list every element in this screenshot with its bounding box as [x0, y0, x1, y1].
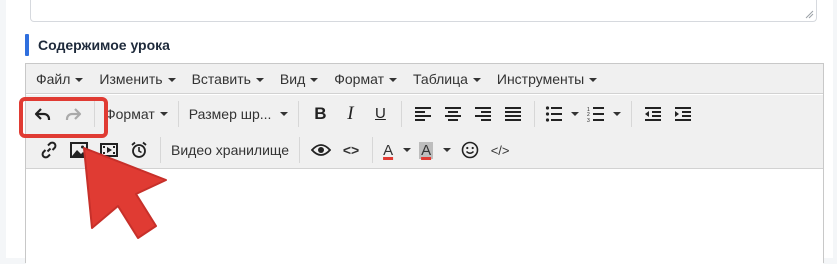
section-accent-bar [25, 34, 29, 56]
link-icon [41, 141, 57, 159]
chevron-down-icon [159, 112, 168, 116]
toolbar-separator [372, 137, 374, 163]
chevron-down-icon [255, 77, 264, 82]
align-left-icon [415, 107, 432, 121]
menu-table[interactable]: Таблица [405, 64, 489, 94]
toolbar-separator [401, 101, 403, 127]
align-right-button[interactable] [468, 100, 498, 128]
underline-icon: U [375, 105, 386, 122]
chevron-down-icon[interactable] [613, 112, 622, 116]
chevron-down-icon [472, 77, 481, 82]
menu-tools-label: Инструменты [496, 70, 585, 87]
toolbar-separator [631, 101, 633, 127]
menu-edit[interactable]: Изменить [91, 64, 183, 94]
format-dropdown-label: Формат [105, 106, 155, 122]
source-code-icon: </> [490, 142, 510, 158]
align-center-icon [445, 107, 462, 121]
chevron-down-icon[interactable] [403, 148, 412, 152]
bold-icon: B [314, 104, 327, 123]
menu-view[interactable]: Вид [272, 64, 326, 94]
chevron-down-icon [167, 77, 176, 82]
emoji-icon [461, 141, 479, 159]
chevron-down-icon [75, 77, 84, 82]
text-color-icon: A [383, 142, 393, 159]
background-color-button[interactable]: A [415, 136, 455, 164]
pointer-arrow-icon [83, 147, 167, 239]
chevron-down-icon[interactable] [443, 148, 452, 152]
menu-insert[interactable]: Вставить [184, 64, 272, 94]
source-code-button[interactable]: </> [485, 136, 515, 164]
preview-eye-icon [311, 144, 332, 156]
align-left-button[interactable] [408, 100, 438, 128]
bold-button[interactable]: B [305, 100, 335, 128]
video-storage-button[interactable]: Видео хранилище [167, 136, 293, 164]
chevron-down-icon [310, 77, 319, 82]
indent-button[interactable] [668, 100, 698, 128]
italic-button[interactable]: I [335, 100, 365, 128]
editor-menubar: Файл Изменить Вставить Вид Формат Таблиц… [26, 64, 823, 94]
code-icon: <> [342, 142, 360, 158]
undo-redo-highlight [19, 97, 108, 138]
menu-file[interactable]: Файл [28, 64, 91, 94]
align-center-button[interactable] [438, 100, 468, 128]
svg-text:3: 3 [587, 118, 590, 122]
toolbar-row-1: Формат Размер шр... B I U 1 2 3 [26, 97, 698, 131]
link-button[interactable] [34, 136, 64, 164]
menu-format[interactable]: Формат [326, 64, 405, 94]
emoji-button[interactable] [455, 136, 485, 164]
preview-button[interactable] [306, 136, 336, 164]
numbered-list-icon: 123 [587, 107, 605, 122]
chevron-down-icon [589, 77, 598, 82]
outdent-button[interactable] [638, 100, 668, 128]
menu-edit-label: Изменить [99, 70, 163, 87]
align-justify-button[interactable] [498, 100, 528, 128]
chevron-down-icon [388, 77, 397, 82]
text-color-button[interactable]: A [379, 136, 415, 164]
previous-textarea[interactable] [30, 0, 817, 22]
section-title: Содержимое урока [38, 37, 170, 53]
outdent-icon [645, 107, 662, 121]
toolbar-separator [299, 137, 301, 163]
underline-button[interactable]: U [365, 100, 395, 128]
toolbar-separator [534, 101, 536, 127]
menu-view-label: Вид [279, 70, 306, 87]
bg-color-glyph: A [419, 141, 434, 159]
format-dropdown[interactable]: Формат [101, 100, 172, 128]
menu-file-label: Файл [36, 70, 71, 87]
numbered-list-button[interactable]: 123 [583, 100, 625, 128]
toolbar-separator [298, 101, 300, 127]
align-justify-icon [505, 107, 522, 121]
resize-grip-icon[interactable] [805, 10, 814, 19]
menu-table-label: Таблица [412, 70, 468, 87]
chevron-down-icon [280, 112, 289, 116]
menu-insert-label: Вставить [191, 70, 251, 87]
text-color-glyph: A [383, 141, 394, 159]
font-size-dropdown[interactable]: Размер шр... [185, 100, 293, 128]
menu-tools[interactable]: Инструменты [489, 64, 605, 94]
font-size-dropdown-label: Размер шр... [188, 106, 272, 122]
indent-icon [675, 107, 692, 121]
bullet-list-button[interactable] [541, 100, 583, 128]
menu-format-label: Формат [334, 70, 384, 87]
bullet-list-icon [546, 106, 563, 122]
video-storage-label: Видео хранилище [171, 142, 290, 158]
code-button[interactable]: <> [336, 136, 366, 164]
chevron-down-icon[interactable] [571, 112, 580, 116]
toolbar-separator [177, 101, 179, 127]
italic-icon: I [347, 103, 354, 124]
align-right-icon [475, 107, 492, 121]
background-color-icon: A [419, 141, 434, 159]
